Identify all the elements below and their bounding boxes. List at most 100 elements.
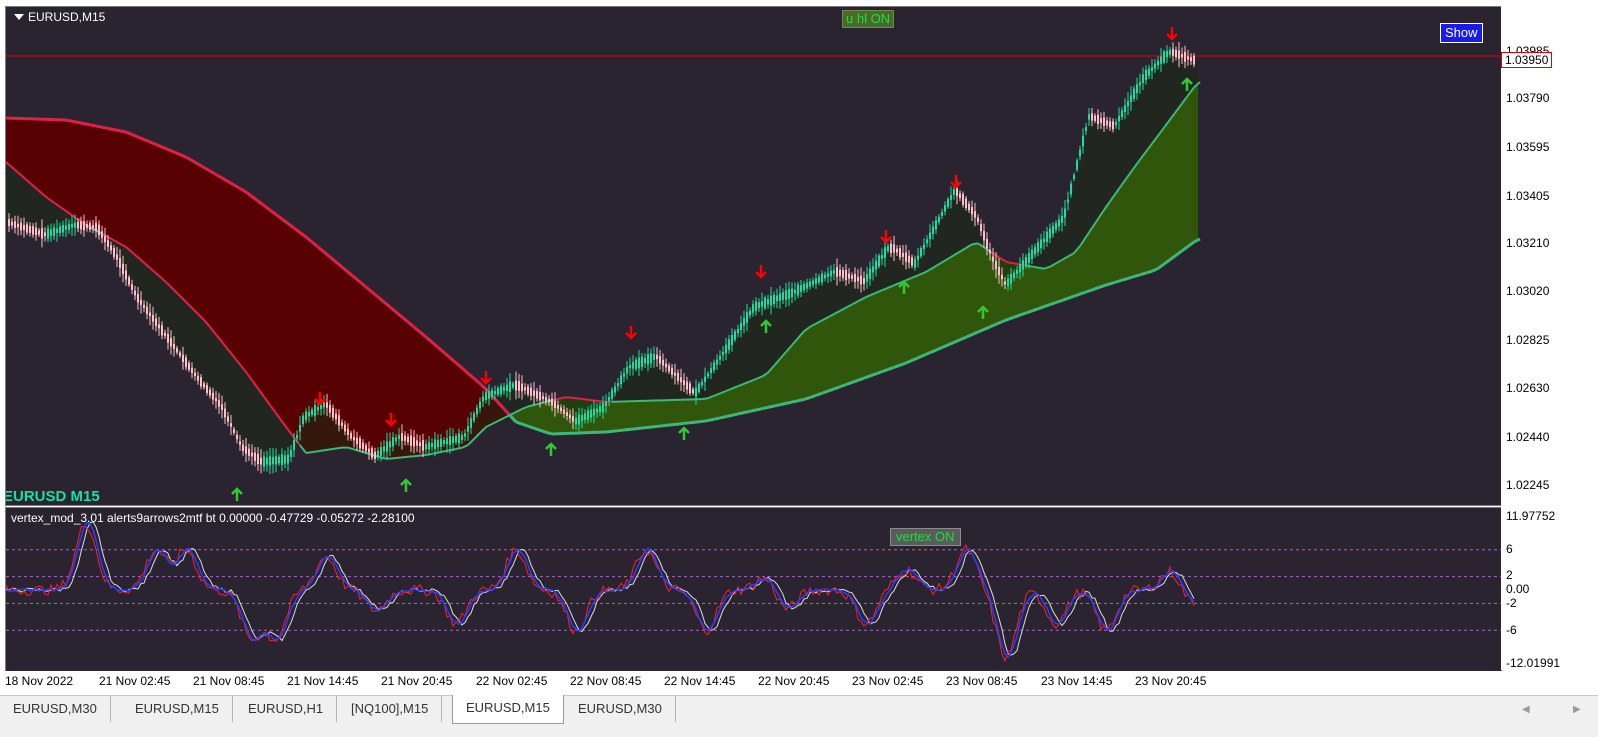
candle-body xyxy=(569,414,571,419)
candle-body xyxy=(1040,239,1042,249)
slow-ma-line xyxy=(1055,298,1063,304)
candle-body xyxy=(1178,50,1180,59)
slow-ma-line xyxy=(545,430,553,436)
candle-body xyxy=(1148,68,1150,76)
tab-eurusd-m30-2[interactable]: EURUSD,M30 xyxy=(565,696,676,722)
hl-toggle-button[interactable]: u hl ON xyxy=(842,10,895,28)
candle-body xyxy=(365,445,367,452)
chart-menu-triangle-icon[interactable] xyxy=(14,14,24,20)
candle-body xyxy=(866,273,868,282)
candle-body xyxy=(1175,49,1177,58)
show-button[interactable]: Show xyxy=(1440,23,1483,43)
candle-body xyxy=(44,232,46,237)
candle-body xyxy=(668,365,670,372)
candle-body xyxy=(1028,252,1030,263)
candle-body xyxy=(410,435,412,446)
candle-body xyxy=(371,448,373,458)
candle-body xyxy=(524,387,526,391)
candle-body xyxy=(479,401,481,409)
candle-body xyxy=(983,230,985,241)
candle-body xyxy=(1139,81,1141,86)
candle-body xyxy=(1058,219,1060,227)
candle-body xyxy=(749,310,751,316)
slow-ma-line xyxy=(719,415,727,420)
candle-body xyxy=(1010,273,1012,284)
candle-body xyxy=(14,221,16,228)
candle-body xyxy=(41,228,43,239)
chart-tab-bar: EURUSD,M30 EURUSD,M15 EURUSD,H1 [NQ100],… xyxy=(0,695,1598,726)
indicator-title: vertex_mod_3.01 alerts9arrows2mtf bt 0.0… xyxy=(11,511,415,525)
slow-ma-line xyxy=(515,420,523,426)
candle-body xyxy=(977,217,979,222)
main-chart-canvas xyxy=(6,27,1501,501)
indicator-panel[interactable]: vertex_mod_3.01 alerts9arrows2mtf bt 0.0… xyxy=(5,507,1502,672)
candle-body xyxy=(236,434,238,440)
candle-body xyxy=(632,362,634,369)
candle-body xyxy=(839,269,841,277)
slow-ma-line xyxy=(863,374,871,380)
tab-scroll-left-icon[interactable]: ◀ xyxy=(1522,704,1530,715)
candle-body xyxy=(1049,228,1051,239)
candle-body xyxy=(1127,101,1129,107)
candle-body xyxy=(458,433,460,444)
candle-body xyxy=(122,263,124,275)
sell-arrow-icon xyxy=(625,326,637,340)
time-axis[interactable]: 18 Nov 2022 21 Nov 02:45 21 Nov 08:45 21… xyxy=(0,671,1598,693)
tab-scroll-right-icon[interactable]: ▶ xyxy=(1573,704,1581,715)
candle-body xyxy=(497,388,499,395)
candle-body xyxy=(299,424,301,432)
price-label: 1.03595 xyxy=(1506,140,1550,154)
candle-body xyxy=(947,199,949,207)
main-chart-panel[interactable]: EURUSD,M15 u hl ON Show EURUSD M15 xyxy=(5,6,1502,506)
candle-body xyxy=(893,244,895,253)
candle-body xyxy=(641,356,643,368)
candle-body xyxy=(446,438,448,445)
candle-body xyxy=(278,456,280,464)
candle-body xyxy=(62,224,64,233)
tab-eurusd-m30[interactable]: EURUSD,M30 xyxy=(0,696,111,722)
tab-eurusd-m15[interactable]: EURUSD,M15 xyxy=(122,696,233,722)
candle-body xyxy=(455,435,457,443)
candle-body xyxy=(992,256,994,262)
vertex-toggle-button[interactable]: vertex ON xyxy=(890,528,961,546)
fast-ma-line xyxy=(701,397,709,401)
price-label: 1.03790 xyxy=(1506,91,1550,105)
candle-body xyxy=(872,266,874,273)
candle-body xyxy=(530,387,532,396)
candle-body xyxy=(251,452,253,457)
price-label: 1.03210 xyxy=(1506,236,1550,250)
candle-body xyxy=(56,228,58,233)
candle-body xyxy=(854,273,856,283)
candle-body xyxy=(704,376,706,382)
candle-body xyxy=(374,451,376,460)
candle-body xyxy=(176,348,178,353)
slow-ma-line xyxy=(755,407,763,412)
candle-body xyxy=(941,211,943,216)
slow-ma-line xyxy=(653,424,661,429)
candle-body xyxy=(155,318,157,327)
candle-body xyxy=(917,255,919,260)
slow-ma-line xyxy=(887,365,895,371)
candle-body xyxy=(275,456,277,465)
candle-body xyxy=(629,365,631,369)
slow-ma-line xyxy=(731,412,739,417)
tab-eurusd-h1[interactable]: EURUSD,H1 xyxy=(235,696,338,722)
candle-body xyxy=(998,266,1000,276)
slow-ma-line xyxy=(695,419,703,424)
candle-body xyxy=(1154,63,1156,69)
candle-body xyxy=(566,412,568,416)
candle-body xyxy=(1025,257,1027,266)
candle-body xyxy=(944,205,946,212)
candle-body xyxy=(548,398,550,403)
candle-body xyxy=(359,438,361,449)
tab-nq100-m15[interactable]: [NQ100],M15 xyxy=(338,696,443,722)
candle-body xyxy=(116,254,118,260)
candle-body xyxy=(587,410,589,420)
chart-title[interactable]: EURUSD,M15 xyxy=(14,10,105,24)
candle-body xyxy=(476,407,478,415)
candle-body xyxy=(221,404,223,410)
tab-eurusd-m15-active[interactable]: EURUSD,M15 xyxy=(452,695,564,724)
candle-body xyxy=(422,440,424,451)
indicator-axis-label: -2 xyxy=(1506,596,1517,610)
price-axis[interactable]: 1.03985 1.03950 1.03790 1.03595 1.03405 … xyxy=(1501,6,1598,670)
